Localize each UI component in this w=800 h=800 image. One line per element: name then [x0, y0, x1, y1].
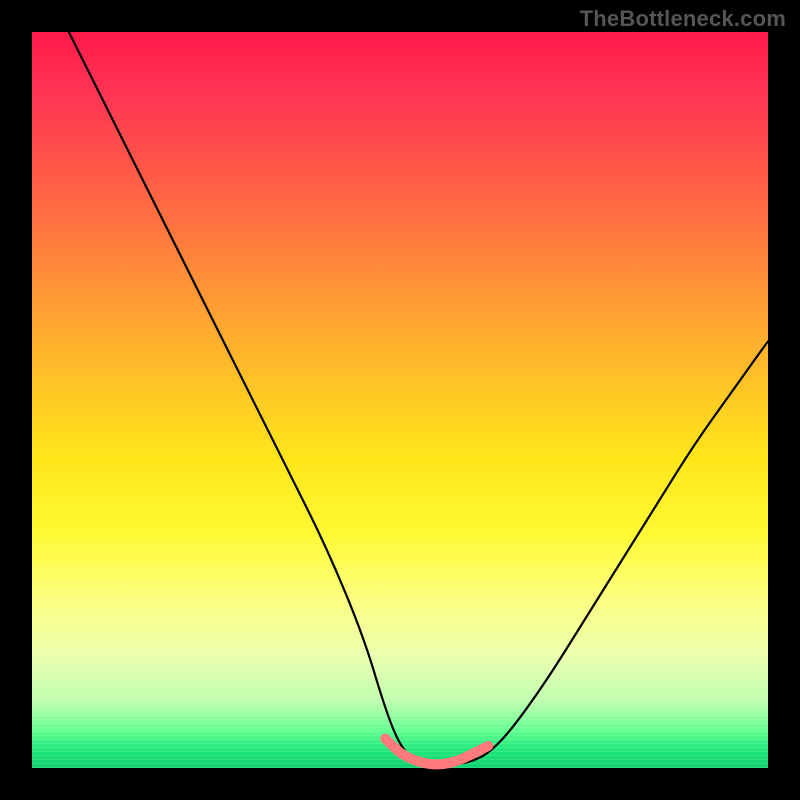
bottleneck-curve-line: [69, 32, 768, 764]
chart-container: TheBottleneck.com: [0, 0, 800, 800]
plot-area: [32, 32, 768, 768]
watermark-text: TheBottleneck.com: [580, 6, 786, 32]
curve-svg: [32, 32, 768, 768]
